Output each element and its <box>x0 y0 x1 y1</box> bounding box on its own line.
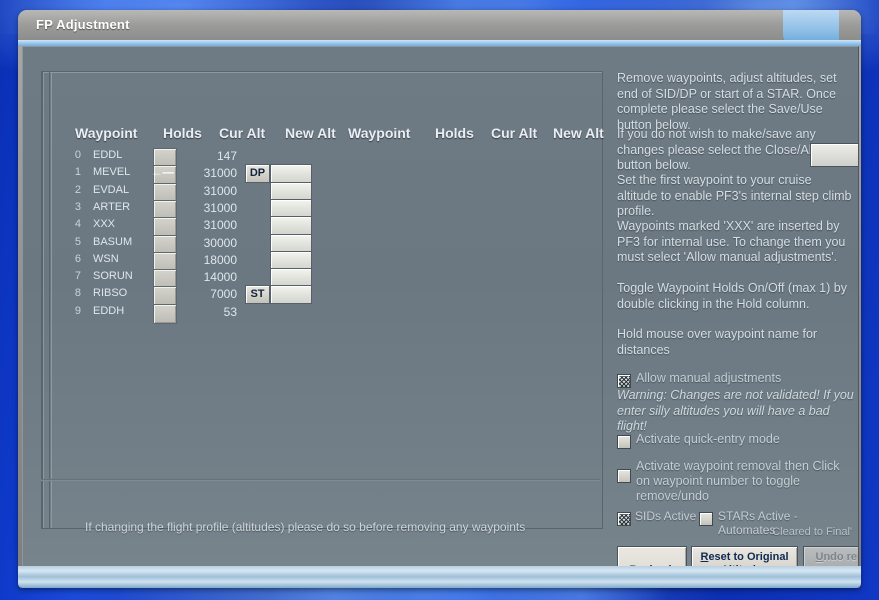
stars-active-checkbox[interactable] <box>699 512 713 526</box>
new-altitude-input[interactable] <box>270 268 312 288</box>
waypoint-name[interactable]: ARTER <box>93 201 130 213</box>
title-bar-notch-right <box>839 10 861 43</box>
table-header-right-3: New Alt <box>553 125 604 141</box>
new-altitude-input[interactable] <box>270 164 312 184</box>
instructions-panel: Remove waypoints, adjust altitudes, set … <box>611 71 858 569</box>
waypoint-number[interactable]: 9 <box>63 305 81 317</box>
waypoint-name[interactable]: RIBSO <box>93 287 127 299</box>
waypoint-name[interactable]: MEVEL <box>93 166 130 178</box>
current-altitude: 31000 <box>203 183 237 198</box>
route-marker-st: ST <box>245 285 270 305</box>
allow-manual-adjustments-label: Allow manual adjustments <box>636 371 782 385</box>
cleared-to-final-note: 'Cleared to Final' <box>770 526 852 538</box>
title-bar-notch <box>783 10 841 43</box>
hold-cell[interactable] <box>153 303 177 324</box>
window-client-area: Waypoint Holds Cur Alt New Alt Waypoint Holds… <box>22 46 859 569</box>
instruction-paragraph-3: Set the first waypoint to your cruise al… <box>617 173 852 218</box>
waypoint-number[interactable]: 6 <box>63 253 81 265</box>
current-altitude: 30000 <box>203 235 237 250</box>
waypoint-name[interactable]: EVDAL <box>93 184 129 196</box>
route-marker-dp: DP <box>245 164 270 184</box>
reset-line-1: Reset to Original <box>700 551 788 564</box>
waypoint-name[interactable]: WSN <box>93 253 119 265</box>
waypoint-name[interactable]: SORUN <box>93 270 133 282</box>
current-altitude: 7000 <box>210 287 237 302</box>
panel-separator <box>41 479 600 481</box>
current-altitude: 31000 <box>203 166 237 181</box>
table-header-left-2: Cur Alt <box>219 125 266 141</box>
footer-note: If changing the flight profile (altitude… <box>85 520 526 534</box>
waypoint-name[interactable]: EDDH <box>93 305 124 317</box>
validation-warning-text: Warning: Changes are not validated! If y… <box>617 388 854 433</box>
current-altitude: 53 <box>223 304 237 319</box>
allow-manual-adjustments-checkbox[interactable] <box>617 374 631 388</box>
waypoint-removal-label: Activate waypoint removal then Click on … <box>636 459 840 503</box>
waypoint-number[interactable]: 2 <box>63 184 81 196</box>
title-bar[interactable]: FP Adjustment <box>18 10 861 43</box>
fp-adjustment-window: FP Adjustment Waypoint Holds Cur Alt New Al… <box>18 10 861 588</box>
waypoint-removal-checkbox[interactable] <box>617 469 631 483</box>
new-altitude-input[interactable] <box>270 181 312 201</box>
waypoint-name[interactable]: EDDL <box>93 149 122 161</box>
table-header-right-1: Holds <box>435 125 474 141</box>
new-altitude-input[interactable] <box>270 285 312 305</box>
table-header-left-1: Holds <box>163 125 202 141</box>
quick-entry-label: Activate quick-entry mode <box>636 432 780 446</box>
current-position-arrow-icon: ←–– <box>151 165 174 180</box>
window-title: FP Adjustment <box>36 17 130 32</box>
waypoint-number[interactable]: 7 <box>63 270 81 282</box>
instruction-paragraph-4: Waypoints marked 'XXX' are inserted by P… <box>617 219 846 264</box>
waypoint-number[interactable]: 0 <box>63 149 81 161</box>
quick-entry-checkbox[interactable] <box>617 435 631 449</box>
instruction-paragraph-6: Hold mouse over waypoint name for distan… <box>617 327 818 357</box>
reset-line-1-rest: eset to Original <box>708 551 789 563</box>
waypoint-name[interactable]: BASUM <box>93 236 132 248</box>
sids-active-checkbox[interactable] <box>617 512 631 526</box>
current-altitude: 31000 <box>203 200 237 215</box>
window-bottom-frame <box>18 566 861 588</box>
undo-line-1-rest: ndo removed <box>823 551 858 563</box>
table-header-left-3: New Alt <box>285 125 336 141</box>
waypoint-number[interactable]: 8 <box>63 287 81 299</box>
instruction-paragraph-1: Remove waypoints, adjust altitudes, set … <box>617 71 837 132</box>
undo-line-1: Undo removed <box>815 551 858 564</box>
current-altitude: 31000 <box>203 218 237 233</box>
current-altitude: 147 <box>216 149 237 163</box>
new-altitude-input[interactable] <box>270 198 312 218</box>
new-altitude-input[interactable] <box>270 250 312 270</box>
new-altitude-input[interactable] <box>270 216 312 236</box>
instruction-paragraph-5: Toggle Waypoint Holds On/Off (max 1) by … <box>617 281 847 311</box>
waypoint-number[interactable]: 1 <box>63 166 81 178</box>
current-altitude: 14000 <box>203 270 237 285</box>
waypoint-number[interactable]: 4 <box>63 218 81 230</box>
quick-entry-input[interactable] <box>810 143 858 167</box>
waypoint-number[interactable]: 5 <box>63 236 81 248</box>
waypoint-name[interactable]: XXX <box>93 218 115 230</box>
waypoint-number[interactable]: 3 <box>63 201 81 213</box>
current-altitude: 18000 <box>203 252 237 267</box>
table-header-right-0: Waypoint <box>348 125 411 141</box>
new-altitude-input[interactable] <box>270 233 312 253</box>
table-header-left-0: Waypoint <box>75 125 138 141</box>
table-header-right-2: Cur Alt <box>491 125 538 141</box>
sids-active-label: SIDs Active <box>635 509 697 523</box>
